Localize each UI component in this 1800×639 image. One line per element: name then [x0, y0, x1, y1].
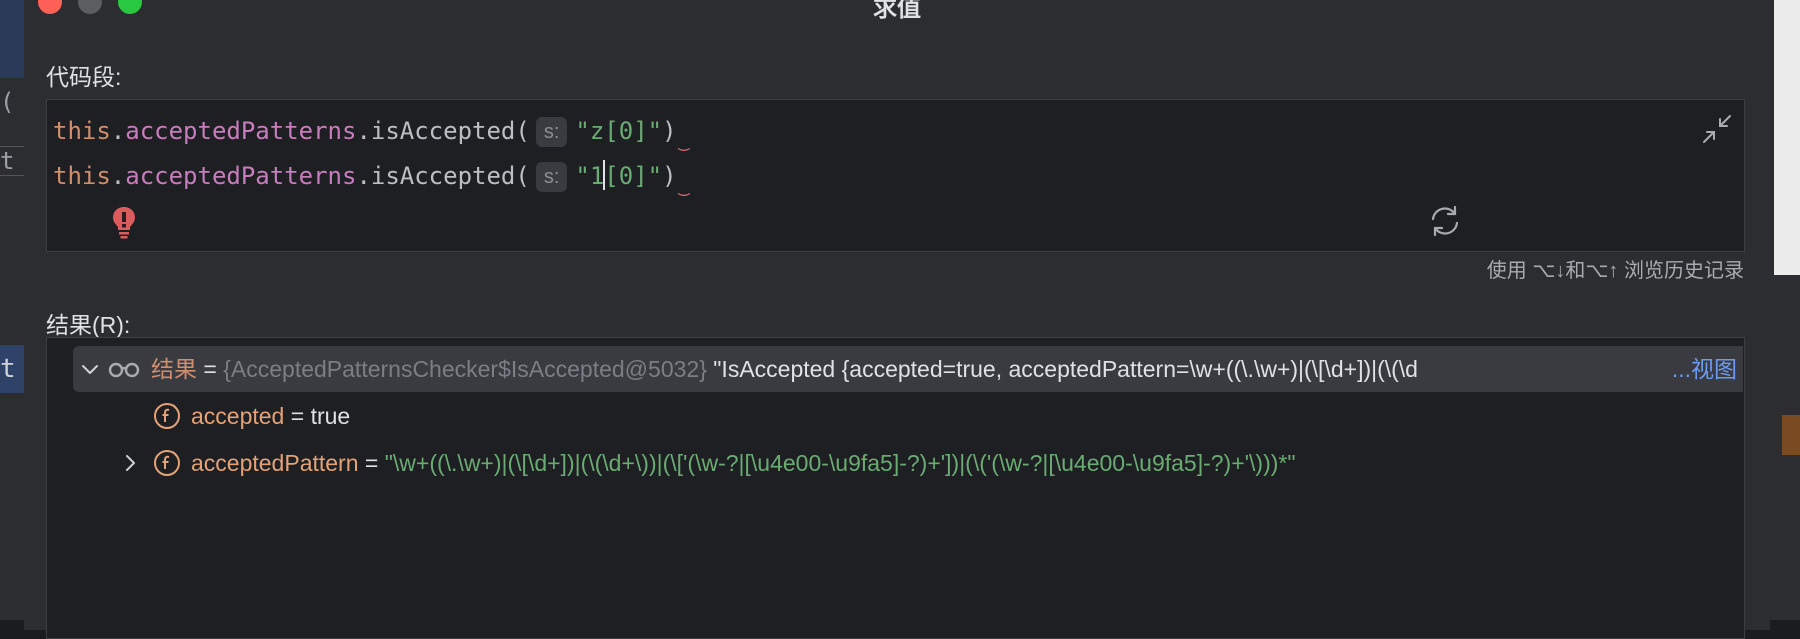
background-text-fragment: (	[0, 88, 15, 116]
result-text: 结果 = {AcceptedPatternsChecker$IsAccepted…	[151, 346, 1418, 392]
background-text-fragment: t	[0, 146, 24, 176]
code-fragment-label: 代码段:	[46, 64, 122, 90]
this-keyword: this	[53, 117, 111, 145]
method-call: .isAccepted(	[356, 117, 530, 145]
background-left-panel: ( t t	[0, 0, 25, 620]
field-value-accepted-pattern: "\w+((\.\w+)|(\[\d+])|(\(\d+\))|(\['(\w-…	[384, 450, 1296, 476]
field-name: acceptedPatterns	[125, 117, 357, 145]
view-link[interactable]: ...视图	[1667, 346, 1737, 392]
refresh-icon[interactable]	[1427, 203, 1463, 239]
field-name: acceptedPatterns	[125, 162, 357, 190]
code-line-2[interactable]: this.acceptedPatterns.isAccepted(s: "1[0]…	[53, 159, 689, 197]
background-right-panel	[1769, 0, 1800, 620]
result-label: 结果(R):	[46, 312, 131, 338]
code-editor[interactable]: this.acceptedPatterns.isAccepted(s: "z[0]…	[46, 99, 1745, 252]
dialog-title: 求值	[873, 0, 921, 22]
background-orange-badge	[1782, 415, 1800, 455]
string-argument-end: [0]"	[604, 162, 663, 190]
dot: .	[110, 162, 126, 190]
field-icon	[154, 450, 180, 476]
collapse-editor-icon[interactable]	[1700, 112, 1734, 146]
background-tab	[0, 0, 24, 78]
field-name-accepted: accepted	[191, 403, 285, 429]
parameter-hint: s:	[535, 117, 568, 147]
results-tree[interactable]: 结果 = {AcceptedPatternsChecker$IsAccepted…	[46, 337, 1745, 639]
string-argument-start: "1	[575, 162, 605, 190]
string-argument: "z[0]"	[575, 117, 663, 145]
accepted-text: accepted = true	[191, 393, 350, 439]
watch-glasses-icon	[108, 362, 140, 378]
chevron-down-icon[interactable]	[79, 358, 101, 380]
code-line-1[interactable]: this.acceptedPatterns.isAccepted(s: "z[0]…	[53, 114, 689, 152]
background-selected-line: t	[0, 345, 24, 393]
result-name: 结果	[151, 356, 197, 382]
accepted-pattern-text: acceptedPattern = "\w+((\.\w+)|(\[\d+])|…	[191, 440, 1296, 486]
close-paren: )	[662, 162, 677, 190]
chevron-right-icon[interactable]	[119, 452, 141, 474]
dot: .	[110, 117, 126, 145]
field-value-accepted: true	[310, 403, 351, 429]
error-squiggle: ‿	[678, 131, 690, 152]
equals-sign: =	[358, 450, 385, 476]
text-fade	[1631, 346, 1661, 392]
background-white-area	[1774, 0, 1800, 275]
equals-sign: =	[197, 356, 224, 382]
parameter-hint: s:	[535, 162, 568, 192]
result-value: "IsAccepted {accepted=true, acceptedPatt…	[706, 356, 1418, 382]
tree-row-result[interactable]: 结果 = {AcceptedPatternsChecker$IsAccepted…	[73, 346, 1743, 392]
history-hint: 使用 ⌥↓和⌥↑ 浏览历史记录	[1486, 260, 1744, 282]
close-paren: )	[662, 117, 677, 145]
equals-sign: =	[284, 403, 311, 429]
field-icon	[154, 403, 180, 429]
method-call: .isAccepted(	[356, 162, 530, 190]
error-bulb-icon[interactable]	[111, 205, 137, 239]
error-squiggle: ‿	[678, 176, 690, 197]
result-class-ref: {AcceptedPatternsChecker$IsAccepted@5032…	[223, 356, 707, 382]
field-name-accepted-pattern: acceptedPattern	[191, 450, 359, 476]
evaluate-dialog: 求值 代码段: this.acceptedPatterns.isAccepted…	[24, 0, 1770, 639]
this-keyword: this	[53, 162, 111, 190]
